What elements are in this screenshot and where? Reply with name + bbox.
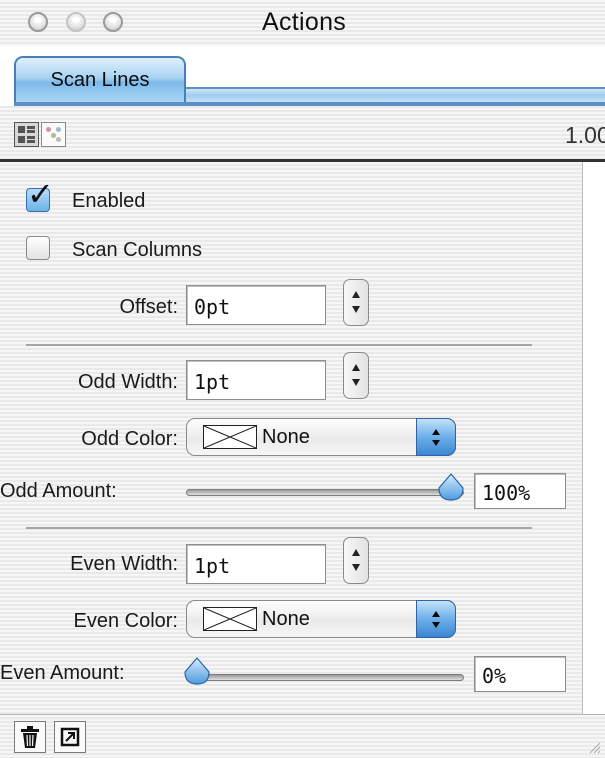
tab-underline (14, 102, 605, 106)
even-color-value: None (262, 608, 310, 630)
odd-amount-field[interactable]: 100% (474, 473, 566, 509)
scroll-gutter (583, 162, 605, 714)
tab-scan-lines[interactable]: Scan Lines (14, 56, 186, 102)
zoom-readout: 1.00 (565, 122, 605, 148)
checkmark-icon: ✓ (27, 175, 54, 213)
zoom-light-icon[interactable] (103, 12, 123, 32)
stepper-down-icon (352, 306, 360, 313)
enabled-label: Enabled (72, 190, 146, 212)
no-color-swatch-icon (203, 607, 257, 631)
odd-amount-slider[interactable] (186, 489, 464, 496)
enabled-checkbox[interactable]: ✓ (26, 175, 54, 213)
close-light-icon[interactable] (28, 12, 48, 32)
even-color-label: Even Color: (73, 610, 179, 632)
even-amount-label: Even Amount: (0, 662, 125, 684)
new-action-button[interactable] (54, 721, 86, 753)
tab-strip: Scan Lines (0, 46, 605, 106)
list-view-icon[interactable] (14, 122, 39, 147)
scan-lines-panel: ✓ Enabled Scan Columns Offset: 0pt Odd W… (0, 162, 583, 714)
scan-columns-label: Scan Columns (72, 239, 203, 261)
even-amount-slider[interactable] (186, 674, 464, 681)
no-color-swatch-icon (203, 425, 257, 449)
odd-amount-label: Odd Amount: (0, 480, 117, 502)
odd-color-label: Odd Color: (81, 428, 178, 450)
odd-width-stepper[interactable] (343, 352, 369, 399)
offset-field[interactable]: 0pt (186, 285, 326, 325)
trash-icon (21, 726, 39, 748)
resize-grip-icon[interactable] (587, 740, 601, 754)
odd-amount-slider-thumb[interactable] (438, 473, 464, 501)
bottom-bar (0, 714, 605, 758)
even-width-field[interactable]: 1pt (186, 544, 326, 584)
even-color-popup[interactable]: None (186, 600, 456, 638)
properties-view-icon[interactable] (41, 122, 66, 147)
tab-rule (186, 87, 605, 102)
even-amount-field[interactable]: 0% (474, 656, 566, 692)
offset-stepper[interactable] (343, 279, 369, 326)
minimize-light-icon[interactable] (66, 12, 86, 32)
popup-arrows-icon (416, 600, 456, 638)
offset-label: Offset: (119, 296, 178, 318)
toolbar: 1.00 (0, 112, 605, 158)
separator (26, 344, 532, 346)
odd-width-field[interactable]: 1pt (186, 360, 326, 400)
even-width-label: Even Width: (70, 553, 178, 575)
even-width-stepper[interactable] (343, 537, 369, 584)
new-action-icon (60, 727, 80, 747)
popup-arrows-icon (416, 418, 456, 456)
stepper-down-icon (352, 564, 360, 571)
stepper-up-icon (352, 291, 360, 298)
scan-columns-checkbox[interactable] (26, 236, 50, 260)
even-amount-slider-thumb[interactable] (184, 657, 210, 685)
stepper-up-icon (352, 364, 360, 371)
odd-width-label: Odd Width: (77, 371, 178, 393)
odd-color-popup[interactable]: None (186, 418, 456, 456)
stepper-down-icon (352, 379, 360, 386)
title-bar: Actions (0, 0, 605, 47)
trash-button[interactable] (14, 721, 46, 753)
odd-color-value: None (262, 426, 310, 448)
window-title: Actions (262, 8, 347, 36)
stepper-up-icon (352, 549, 360, 556)
separator (26, 527, 532, 529)
